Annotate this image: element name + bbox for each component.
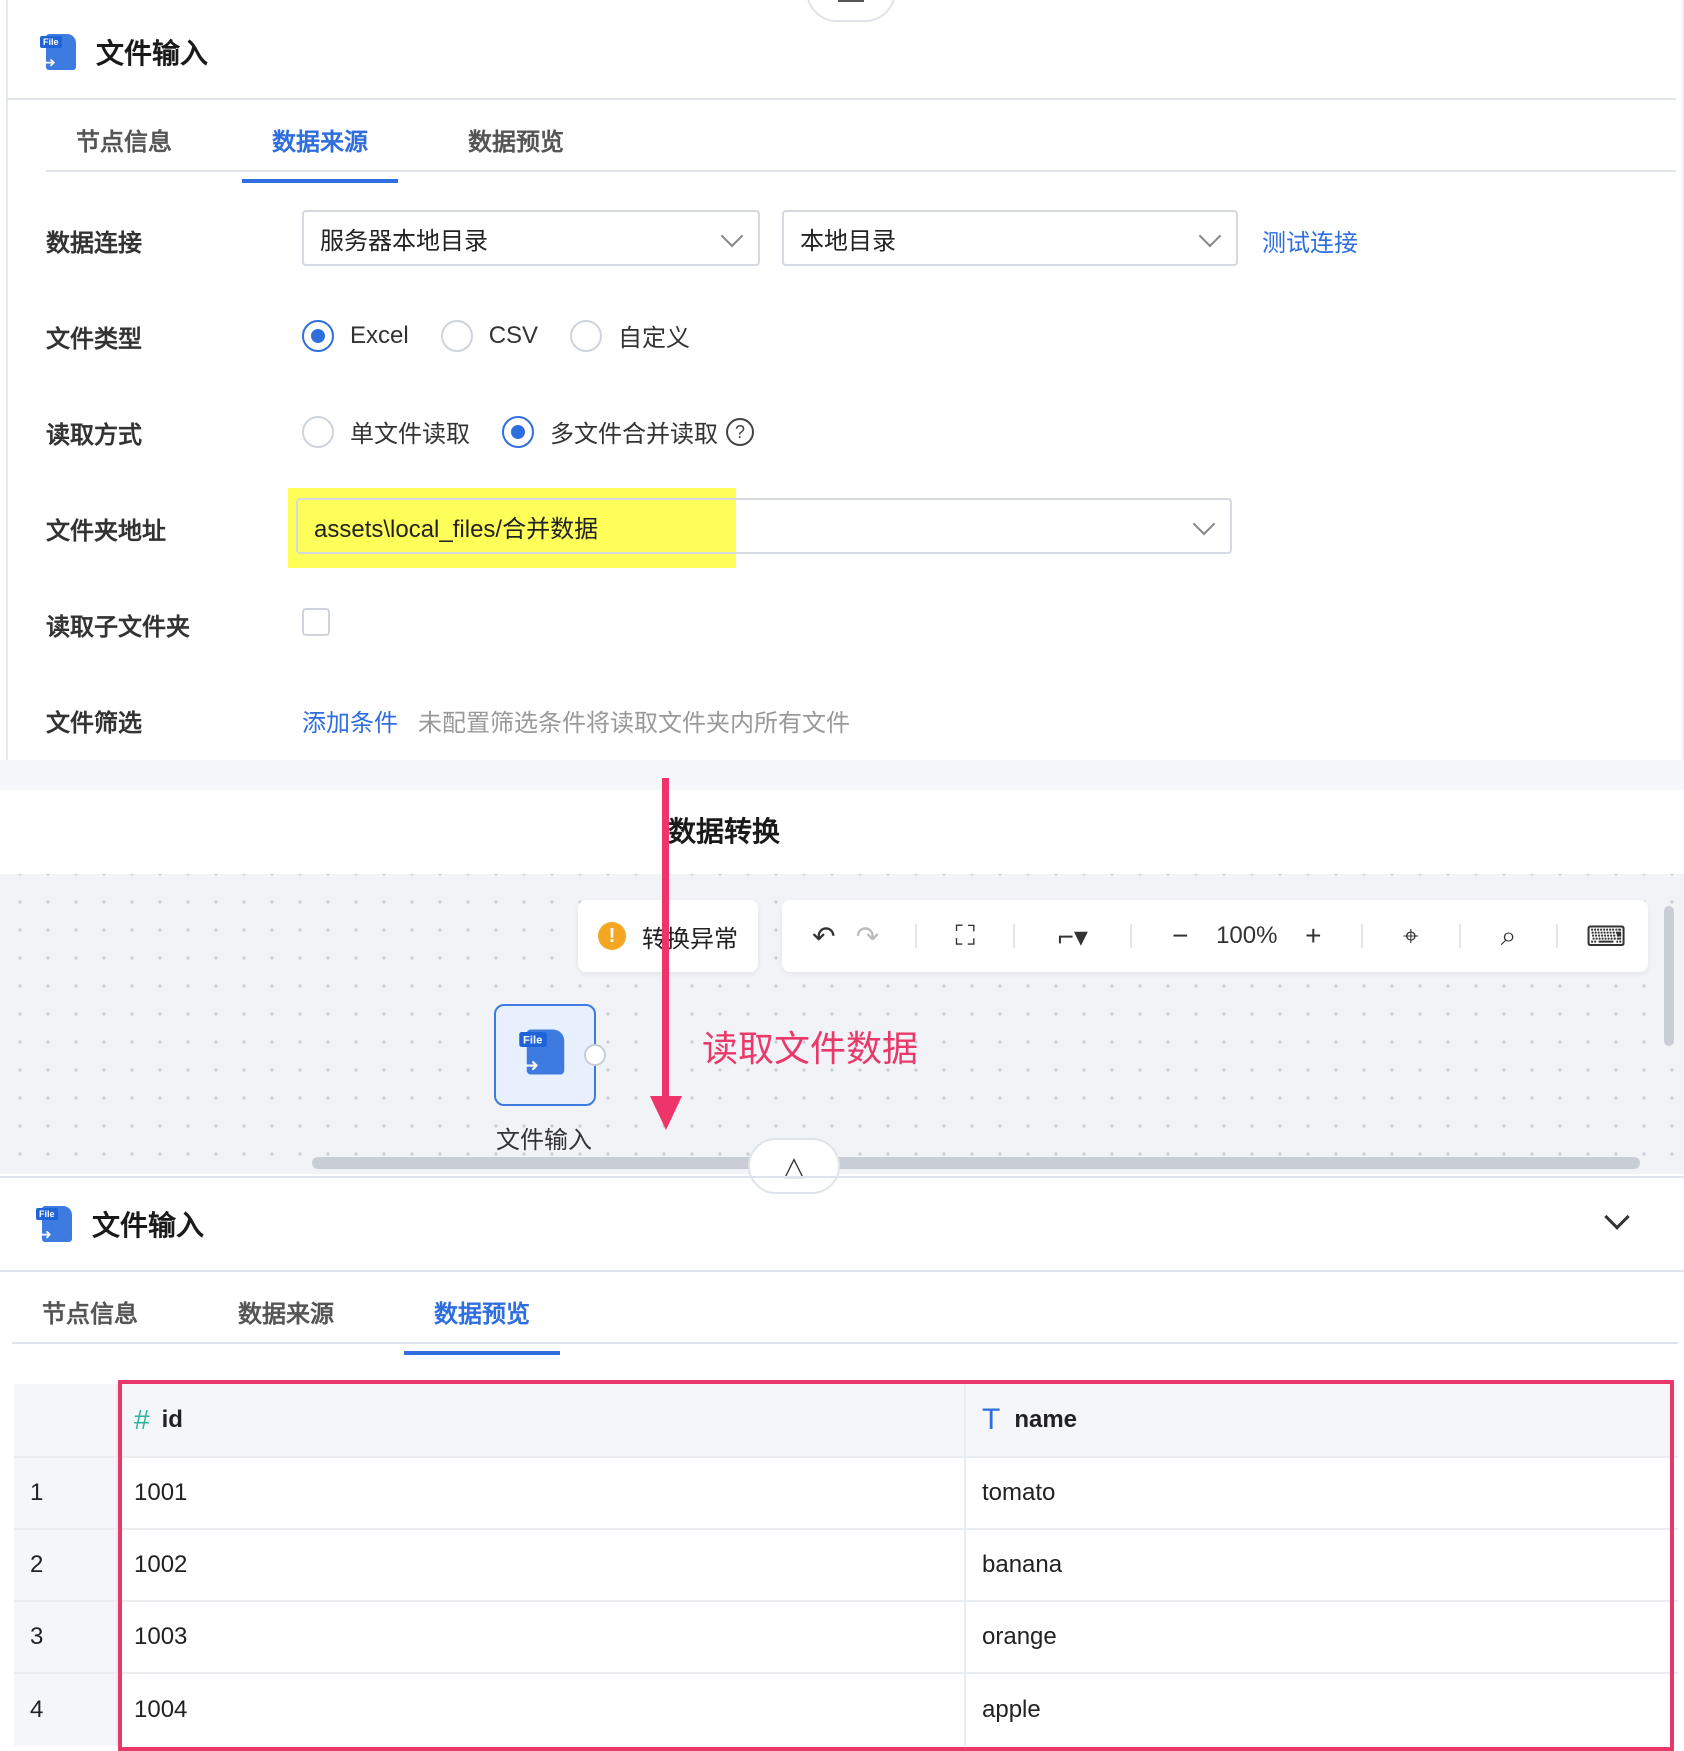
chevron-down-icon[interactable]: [1604, 1204, 1630, 1230]
file-input-node[interactable]: File ➜: [494, 1004, 596, 1106]
tabs-divider: [46, 170, 1676, 172]
bottom-tabs: 节点信息 数据来源 数据预览: [42, 1294, 560, 1355]
tab-node-info[interactable]: 节点信息: [42, 1294, 138, 1353]
handle-icon: [838, 0, 864, 2]
radio-excel-label: Excel: [350, 321, 409, 349]
node-label: 文件输入: [496, 1127, 592, 1154]
folder-label: 文件夹地址: [46, 518, 166, 545]
radio-custom[interactable]: [570, 319, 603, 352]
filter-hint: 未配置筛选条件将读取文件夹内所有文件: [418, 710, 850, 737]
radio-custom-label: 自定义: [618, 325, 691, 352]
bottom-panel-top-border: [0, 1176, 1684, 1178]
folder-value: assets\local_files/合并数据: [314, 515, 599, 543]
read-mode-label: 读取方式: [46, 422, 142, 449]
file-input-icon: File ➜: [36, 1204, 74, 1244]
table-highlight-box: [118, 1380, 1674, 1751]
bottom-panel-title: 文件输入: [92, 1210, 205, 1241]
bottom-tabs-divider: [12, 1342, 1678, 1344]
zoom-level: 100%: [1216, 922, 1278, 949]
bottom-header-divider: [0, 1270, 1684, 1272]
subfolder-label: 读取子文件夹: [46, 614, 190, 641]
annotation-arrow: [662, 778, 669, 1098]
row-index: 1: [14, 1458, 118, 1528]
canvas-toolbar: ↶ ↷ ⛶ ⌐▾ − 100% + ⌖ ⌕ ⌨: [782, 900, 1648, 972]
file-type-radios: Excel CSV 自定义: [302, 318, 722, 353]
add-condition-link[interactable]: 添加条件: [302, 703, 398, 738]
zoom-in-icon[interactable]: +: [1291, 914, 1335, 958]
connection-value: 本地目录: [800, 227, 896, 255]
bottom-panel-header: File ➜ 文件输入: [36, 1200, 204, 1248]
section-separator: [0, 760, 1684, 790]
locate-icon[interactable]: ⌖: [1389, 914, 1433, 958]
help-icon[interactable]: ?: [726, 417, 754, 446]
folder-select[interactable]: assets\local_files/合并数据: [296, 498, 1232, 554]
status-text: 转换异常: [642, 925, 738, 953]
tab-data-preview[interactable]: 数据预览: [404, 1294, 560, 1355]
radio-csv-label: CSV: [488, 321, 539, 349]
filter-label: 文件筛选: [46, 710, 142, 737]
row-index: 4: [14, 1674, 118, 1746]
header-divider: [6, 98, 1676, 100]
connection-select[interactable]: 本地目录: [782, 210, 1238, 266]
vertical-scrollbar[interactable]: [1664, 906, 1674, 1046]
keyboard-icon[interactable]: ⌨: [1584, 914, 1628, 958]
warning-icon: !: [598, 922, 626, 950]
radio-single-file-label: 单文件读取: [350, 421, 470, 448]
zoom-out-icon[interactable]: −: [1158, 914, 1202, 958]
chevron-down-icon: [1198, 224, 1222, 248]
connection-type-select[interactable]: 服务器本地目录: [302, 210, 760, 266]
node-annotation: 读取文件数据: [702, 1028, 919, 1069]
radio-single-file[interactable]: [302, 415, 334, 448]
radio-multi-file-label: 多文件合并读取: [550, 421, 718, 448]
search-icon[interactable]: ⌕: [1487, 914, 1531, 958]
top-panel-title: 文件输入: [96, 38, 209, 69]
top-tabs: 节点信息 数据来源 数据预览: [76, 122, 564, 183]
tab-data-preview[interactable]: 数据预览: [468, 122, 564, 181]
tab-data-source[interactable]: 数据来源: [242, 122, 398, 183]
redo-icon[interactable]: ↷: [846, 914, 890, 958]
connector-style-icon[interactable]: ⌐▾: [1041, 914, 1105, 958]
test-connection-link[interactable]: 测试连接: [1262, 223, 1358, 258]
file-input-node-icon: File ➜: [519, 1027, 567, 1077]
node-output-port[interactable]: [584, 1044, 606, 1066]
chevron-down-icon: [720, 224, 744, 248]
top-panel-header: File ➜ 文件输入: [40, 30, 208, 74]
subfolder-checkbox[interactable]: [302, 608, 330, 636]
top-panel: [0, 0, 1684, 760]
connection-label: 数据连接: [46, 230, 142, 257]
horizontal-scrollbar[interactable]: [312, 1157, 1640, 1169]
annotation-arrow-head: [650, 1096, 682, 1130]
radio-csv[interactable]: [440, 319, 473, 352]
fit-view-icon[interactable]: ⛶: [943, 914, 987, 958]
chevron-down-icon: [1192, 512, 1216, 536]
tab-data-source[interactable]: 数据来源: [238, 1294, 334, 1353]
read-mode-radios: 单文件读取 多文件合并读取 ?: [302, 414, 754, 449]
table-index-header: [14, 1384, 118, 1456]
tab-node-info[interactable]: 节点信息: [76, 122, 172, 181]
collapse-panel-button[interactable]: △: [748, 1138, 840, 1194]
row-index: 2: [14, 1530, 118, 1600]
radio-multi-file[interactable]: [502, 415, 534, 448]
connection-type-value: 服务器本地目录: [320, 227, 488, 255]
undo-icon[interactable]: ↶: [802, 914, 846, 958]
section-title: 数据转换: [668, 816, 781, 847]
file-type-label: 文件类型: [46, 326, 142, 353]
file-input-icon: File ➜: [40, 32, 78, 72]
radio-excel[interactable]: [302, 319, 334, 352]
row-index: 3: [14, 1602, 118, 1672]
